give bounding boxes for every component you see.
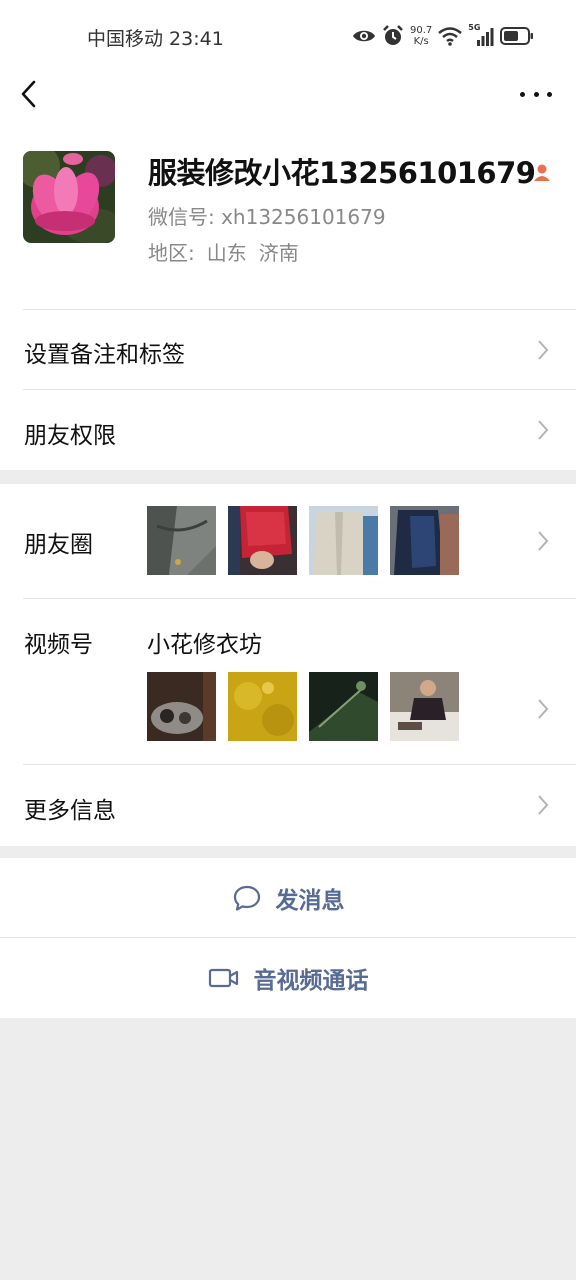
moments-thumbnail — [390, 506, 459, 575]
chevron-right-icon — [538, 340, 549, 360]
more-dots-icon[interactable] — [520, 82, 552, 106]
chat-bubble-icon — [233, 885, 260, 911]
remark-tags-label: 设置备注和标签 — [24, 342, 185, 368]
status-icons: 90.7 K/s 5G — [352, 22, 534, 50]
channels-name: 小花修衣坊 — [147, 632, 262, 658]
eye-icon — [353, 30, 375, 42]
net-speed-unit: K/s — [413, 36, 429, 47]
wechat-id: 微信号: xh13256101679 — [148, 205, 386, 229]
video-camera-icon — [208, 968, 238, 988]
region-city: 济南 — [258, 241, 299, 265]
region: 地区: 山东 济南 — [148, 237, 311, 266]
send-message-button[interactable]: 发消息 — [0, 858, 576, 938]
moments-label: 朋友圈 — [24, 532, 93, 558]
alarm-icon — [383, 25, 403, 45]
permissions-row[interactable]: 朋友权限 — [0, 390, 576, 470]
chevron-left-icon[interactable] — [14, 78, 46, 110]
remark-tags-row[interactable]: 设置备注和标签 — [0, 310, 576, 389]
net-speed-value: 90.7 — [410, 25, 433, 36]
status-bar: 中国移动 23:41 90.7 K/s 5G — [0, 0, 576, 72]
person-icon — [534, 164, 550, 181]
channels-thumbnail — [390, 672, 459, 741]
battery-icon — [500, 27, 534, 45]
wifi-icon — [438, 27, 463, 46]
signal-icon: 5G — [468, 23, 494, 47]
region-label: 地区: — [148, 241, 195, 265]
av-call-button[interactable]: 音视频通话 — [0, 938, 576, 1018]
channels-row[interactable]: 视频号 小花修衣坊 — [0, 599, 576, 764]
av-call-label: 音视频通话 — [253, 968, 369, 994]
net-speed: 90.7 K/s — [410, 25, 432, 47]
channels-thumbnail — [228, 672, 297, 741]
more-info-row[interactable]: 更多信息 — [0, 765, 576, 846]
avatar[interactable] — [23, 151, 115, 243]
more-info-label: 更多信息 — [24, 798, 116, 824]
region-province: 山东 — [206, 241, 247, 265]
carrier-time: 中国移动 23:41 — [87, 28, 224, 50]
channels-label: 视频号 — [24, 632, 93, 658]
chevron-right-icon — [538, 795, 549, 815]
channels-thumbnail — [309, 672, 378, 741]
moments-thumbnail — [228, 506, 297, 575]
chevron-right-icon — [538, 420, 549, 440]
moments-thumbnail — [309, 506, 378, 575]
send-message-label: 发消息 — [275, 888, 345, 914]
chevron-right-icon — [538, 531, 549, 551]
moments-thumbnail — [147, 506, 216, 575]
channels-thumbnail — [147, 672, 216, 741]
moments-row[interactable]: 朋友圈 — [0, 484, 576, 598]
chevron-right-icon — [538, 699, 549, 719]
permissions-label: 朋友权限 — [24, 423, 116, 449]
contact-name: 服装修改小花13256101679 — [148, 156, 536, 190]
